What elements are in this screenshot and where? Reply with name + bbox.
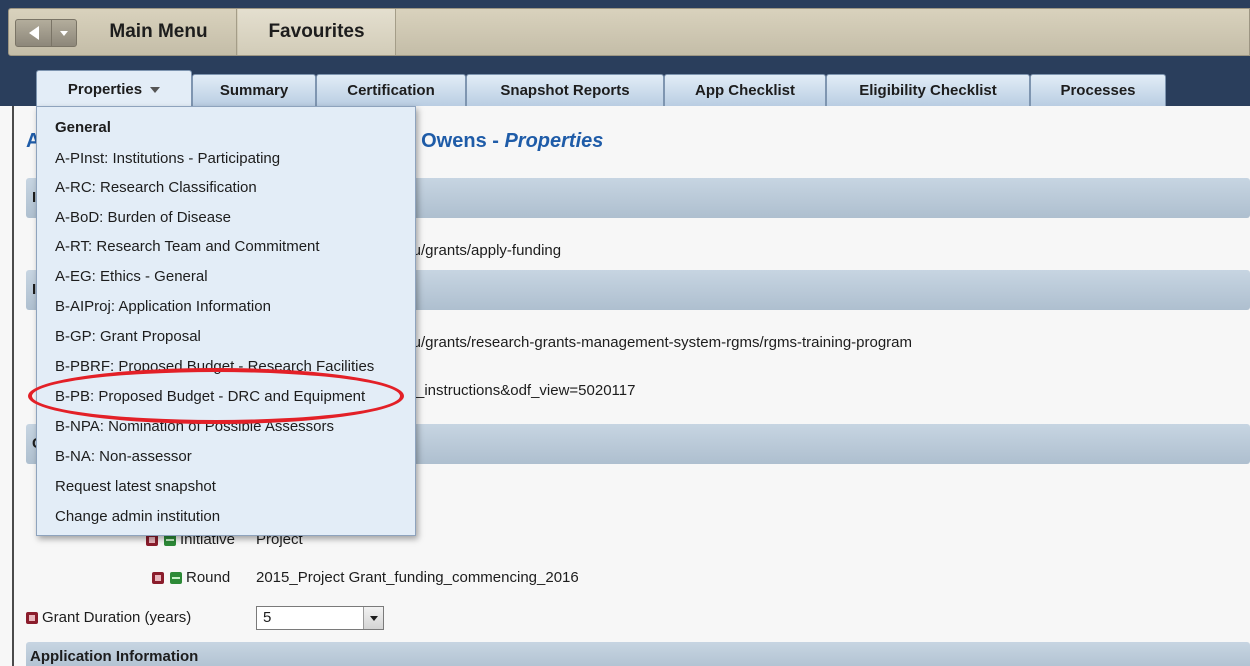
- menu-item-request-snapshot[interactable]: Request latest snapshot: [55, 478, 216, 495]
- grant-duration-value: 5: [263, 609, 272, 626]
- application-information-header: Application Information: [30, 648, 199, 665]
- back-button[interactable]: [16, 20, 52, 46]
- menu-item-general[interactable]: General: [55, 119, 111, 136]
- round-field-label: Round: [152, 569, 230, 586]
- add-icon[interactable]: [170, 571, 182, 584]
- menu-item-a-eg[interactable]: A-EG: Ethics - General: [55, 268, 208, 285]
- tab-certification[interactable]: Certification: [316, 74, 466, 106]
- tab-eligibility-checklist[interactable]: Eligibility Checklist: [826, 74, 1030, 106]
- properties-dropdown-menu: General A-PInst: Institutions - Particip…: [36, 106, 416, 536]
- page-title: l Owens - Properties: [410, 130, 603, 153]
- menu-item-b-aiproj[interactable]: B-AIProj: Application Information: [55, 298, 271, 315]
- required-icon: [26, 611, 38, 624]
- round-value: 2015_Project Grant_funding_commencing_20…: [256, 569, 579, 586]
- remove-icon[interactable]: [152, 571, 164, 584]
- training-program-link[interactable]: /.au/grants/research-grants-management-s…: [396, 334, 912, 351]
- tab-summary[interactable]: Summary: [192, 74, 316, 106]
- duration-field-label: Grant Duration (years): [26, 609, 191, 626]
- round-label: Round: [186, 569, 231, 586]
- left-border: [12, 106, 14, 666]
- top-navigation-panel: Main Menu Favourites: [8, 8, 1250, 56]
- tab-processes[interactable]: Processes: [1030, 74, 1166, 106]
- grant-duration-select[interactable]: 5: [256, 606, 384, 630]
- chevron-down-icon: [369, 615, 378, 621]
- favourites-tab[interactable]: Favourites: [238, 9, 396, 55]
- highlight-annotation-ellipse: [28, 368, 404, 424]
- select-dropdown-button[interactable]: [363, 607, 383, 629]
- tab-strip: Properties Summary Certification Snapsho…: [0, 62, 1250, 108]
- section-header: Application Information: [26, 642, 1250, 666]
- app-window: Main Menu Favourites Properties Summary …: [0, 0, 1250, 666]
- menu-item-b-gp[interactable]: B-GP: Grant Proposal: [55, 328, 201, 345]
- top-navigation-bar: Main Menu Favourites: [0, 0, 1250, 62]
- tab-app-checklist[interactable]: App Checklist: [664, 74, 826, 106]
- page-title-name: l Owens -: [410, 130, 505, 152]
- history-dropdown-button[interactable]: [52, 20, 76, 46]
- menu-item-a-rt[interactable]: A-RT: Research Team and Commitment: [55, 238, 320, 255]
- back-arrow-icon: [28, 26, 39, 40]
- history-navigation: [15, 19, 77, 47]
- menu-item-a-bod[interactable]: A-BoD: Burden of Disease: [55, 209, 231, 226]
- menu-item-b-na[interactable]: B-NA: Non-assessor: [55, 448, 192, 465]
- tab-properties[interactable]: Properties: [36, 70, 192, 108]
- duration-label: Grant Duration (years): [42, 609, 192, 626]
- instructions-link[interactable]: nts_instructions&odf_view=5020117: [396, 382, 635, 399]
- main-menu-tab[interactable]: Main Menu: [81, 9, 237, 55]
- chevron-down-icon: [150, 86, 161, 93]
- tab-properties-label: Properties: [67, 81, 143, 98]
- tab-snapshot-reports[interactable]: Snapshot Reports: [466, 74, 664, 106]
- menu-item-change-admin-institution[interactable]: Change admin institution: [55, 508, 220, 525]
- apply-funding-link[interactable]: /.au/grants/apply-funding: [396, 242, 561, 259]
- chevron-down-icon: [60, 30, 68, 36]
- menu-item-a-rc[interactable]: A-RC: Research Classification: [55, 179, 257, 196]
- menu-item-a-pinst[interactable]: A-PInst: Institutions - Participating: [55, 150, 280, 167]
- page-title-section: Properties: [504, 130, 604, 152]
